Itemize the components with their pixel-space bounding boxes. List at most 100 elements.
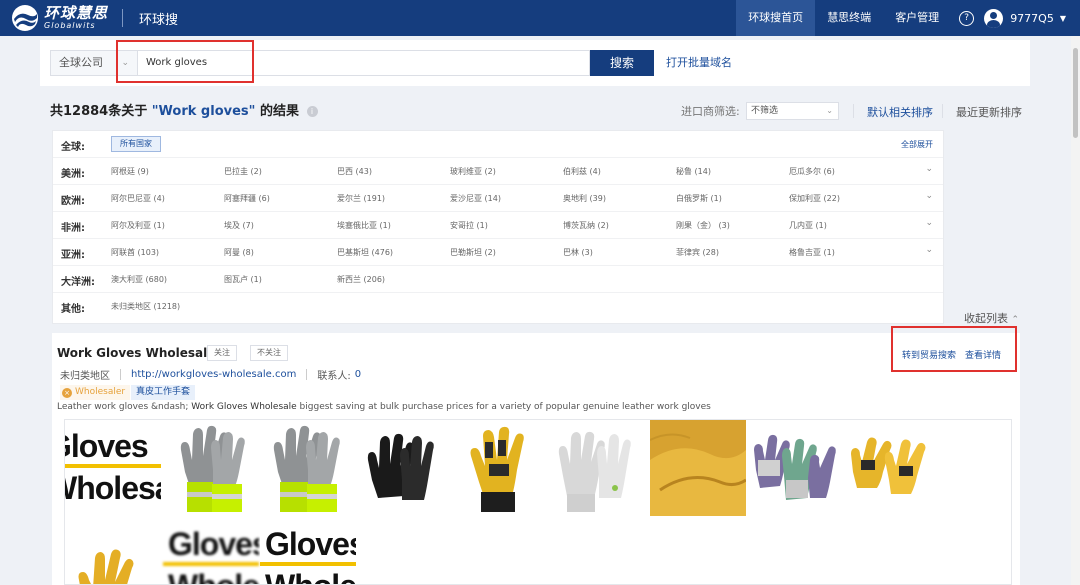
product-image[interactable]	[455, 420, 551, 516]
importer-filter-value: 不筛选	[751, 106, 779, 116]
avatar	[984, 8, 1004, 28]
product-image[interactable]	[650, 420, 746, 516]
product-image-gallery: Gloves Wholesale	[64, 419, 1012, 585]
product-image[interactable]	[65, 518, 161, 584]
country-option[interactable]: 新西兰 (206)	[337, 274, 385, 285]
follow-button[interactable]: 关注	[207, 345, 237, 361]
country-option[interactable]: 巴林 (3)	[563, 247, 593, 258]
country-option[interactable]: 阿联酋 (103)	[111, 247, 159, 258]
country-option[interactable]: 巴基斯坦 (476)	[337, 247, 393, 258]
country-option[interactable]: 白俄罗斯 (1)	[676, 193, 722, 204]
hi-vis-glove-image	[273, 425, 340, 512]
product-image[interactable]: Gloves Wholesale	[65, 420, 161, 516]
country-option[interactable]: 奥地利 (39)	[563, 193, 606, 204]
country-option[interactable]: 几内亚 (1)	[789, 220, 827, 231]
chevron-down-icon[interactable]: ⌄	[925, 191, 933, 201]
chevron-down-icon[interactable]: ⌄	[925, 218, 933, 228]
country-option[interactable]: 爱沙尼亚 (14)	[450, 193, 501, 204]
filter-row-label: 全球:	[61, 142, 85, 153]
chevron-down-icon[interactable]: ⌄	[925, 164, 933, 174]
chevron-up-icon: ⌃	[1011, 315, 1020, 325]
divider	[122, 9, 124, 27]
country-option[interactable]: 未归类地区 (1218)	[111, 301, 180, 312]
nav-home[interactable]: 环球搜首页	[736, 0, 816, 36]
country-option[interactable]: 巴西 (43)	[337, 166, 372, 177]
nav-customer-management[interactable]: 客户管理	[883, 0, 951, 36]
search-input-highlight	[116, 40, 254, 83]
filter-row-other: 其他: 未归类地区 (1218)	[53, 293, 943, 320]
country-option[interactable]: 阿曼 (8)	[224, 247, 254, 258]
region-filter-panel: 全球: 所有国家 全部展开 美洲: 阿根廷 (9) 巴拉圭 (2) 巴西 (43…	[52, 130, 944, 324]
description-prefix: Leather work gloves &ndash;	[57, 402, 192, 412]
sort-recent-button[interactable]: 最近更新排序	[956, 104, 1022, 120]
country-option[interactable]: 玻利维亚 (2)	[450, 166, 496, 177]
country-option[interactable]: 厄瓜多尔 (6)	[789, 166, 835, 177]
product-image[interactable]	[358, 420, 454, 516]
country-option[interactable]: 格鲁吉亚 (1)	[789, 247, 835, 258]
country-option[interactable]: 阿尔巴尼亚 (4)	[111, 193, 165, 204]
product-image[interactable]: Gloves Wholesale	[260, 518, 356, 584]
country-option[interactable]: 秘鲁 (14)	[676, 166, 711, 177]
country-option[interactable]: 图瓦卢 (1)	[224, 274, 262, 285]
wholesaler-badge-label: Wholesaler	[75, 387, 126, 397]
company-name[interactable]: Work Gloves Wholesale	[57, 346, 215, 360]
company-description: Leather work gloves &ndash; Work Gloves …	[57, 402, 711, 412]
country-option[interactable]: 伯利兹 (4)	[563, 166, 601, 177]
sort-default-button[interactable]: 默认相关排序	[867, 104, 933, 120]
country-option[interactable]: 阿塞拜疆 (6)	[224, 193, 270, 204]
collapse-list-button[interactable]: 收起列表 ⌃	[964, 310, 1019, 326]
country-option[interactable]: 保加利亚 (22)	[789, 193, 840, 204]
country-option[interactable]: 埃及 (7)	[224, 220, 254, 231]
globalwits-logo-icon	[12, 5, 38, 31]
importer-filter-select[interactable]: 不筛选 ⌄	[746, 102, 839, 120]
contacts-label: 联系人:	[317, 371, 351, 382]
filter-row-asia: 亚洲: 阿联酋 (103) 阿曼 (8) 巴基斯坦 (476) 巴勒斯坦 (2)…	[53, 239, 943, 266]
batch-domain-link[interactable]: 打开批量域名	[666, 50, 732, 76]
chevron-down-icon: ⌄	[826, 106, 833, 115]
page-scrollbar[interactable]	[1071, 36, 1080, 585]
nav-terminal[interactable]: 慧思终端	[815, 0, 883, 36]
filter-row-africa: 非洲: 阿尔及利亚 (1) 埃及 (7) 埃塞俄比亚 (1) 安哥拉 (1) 博…	[53, 212, 943, 239]
country-option[interactable]: 澳大利亚 (680)	[111, 274, 167, 285]
info-icon[interactable]: i	[306, 106, 318, 117]
product-image[interactable]	[748, 420, 844, 516]
wholesaler-badge: × Wholesaler	[60, 385, 131, 400]
importer-filter-label: 进口商筛选:	[681, 105, 740, 118]
leather-closeup-image	[650, 420, 746, 516]
contacts-count[interactable]: 0	[355, 369, 361, 380]
canvas-glove-image	[754, 434, 836, 500]
brand-logo[interactable]: 环球慧思 Globalwits	[10, 3, 108, 33]
country-option[interactable]: 巴勒斯坦 (2)	[450, 247, 496, 258]
search-button[interactable]: 搜索	[590, 50, 654, 76]
product-image[interactable]	[260, 420, 356, 516]
divider	[306, 369, 308, 380]
country-option[interactable]: 菲律宾 (28)	[676, 247, 719, 258]
country-option[interactable]: 巴拉圭 (2)	[224, 166, 262, 177]
country-option[interactable]: 安哥拉 (1)	[450, 220, 488, 231]
product-image[interactable]	[553, 420, 649, 516]
country-option[interactable]: 爱尔兰 (191)	[337, 193, 385, 204]
product-tag[interactable]: 真皮工作手套	[131, 385, 196, 400]
product-image[interactable]	[163, 420, 259, 516]
image-logo-text: Gloves	[265, 526, 356, 562]
country-option[interactable]: 阿尔及利亚 (1)	[111, 220, 165, 231]
product-image[interactable]: Gloves Wholesale	[163, 518, 259, 584]
user-menu[interactable]: 9777Q5 ▼	[984, 8, 1066, 28]
help-icon[interactable]: ?	[959, 10, 975, 26]
country-option[interactable]: 刚果（金） (3)	[676, 220, 730, 231]
unfollow-button[interactable]: 不关注	[250, 345, 288, 361]
chevron-down-icon[interactable]: ⌄	[925, 245, 933, 255]
impact-glove-image	[470, 426, 524, 512]
country-option[interactable]: 阿根廷 (9)	[111, 166, 149, 177]
all-countries-chip[interactable]: 所有国家	[111, 136, 161, 152]
expand-all-button[interactable]: 全部展开	[901, 139, 933, 150]
username: 9777Q5	[1010, 11, 1054, 25]
product-image[interactable]	[845, 420, 941, 516]
company-website-link[interactable]: http://workgloves-wholesale.com	[131, 369, 296, 380]
country-option[interactable]: 博茨瓦纳 (2)	[563, 220, 609, 231]
scrollbar-thumb[interactable]	[1073, 48, 1078, 138]
filter-row-label: 欧洲:	[61, 196, 85, 207]
logo-text-cn: 环球慧思	[44, 4, 109, 22]
black-glove-image	[367, 433, 434, 500]
country-option[interactable]: 埃塞俄比亚 (1)	[337, 220, 391, 231]
